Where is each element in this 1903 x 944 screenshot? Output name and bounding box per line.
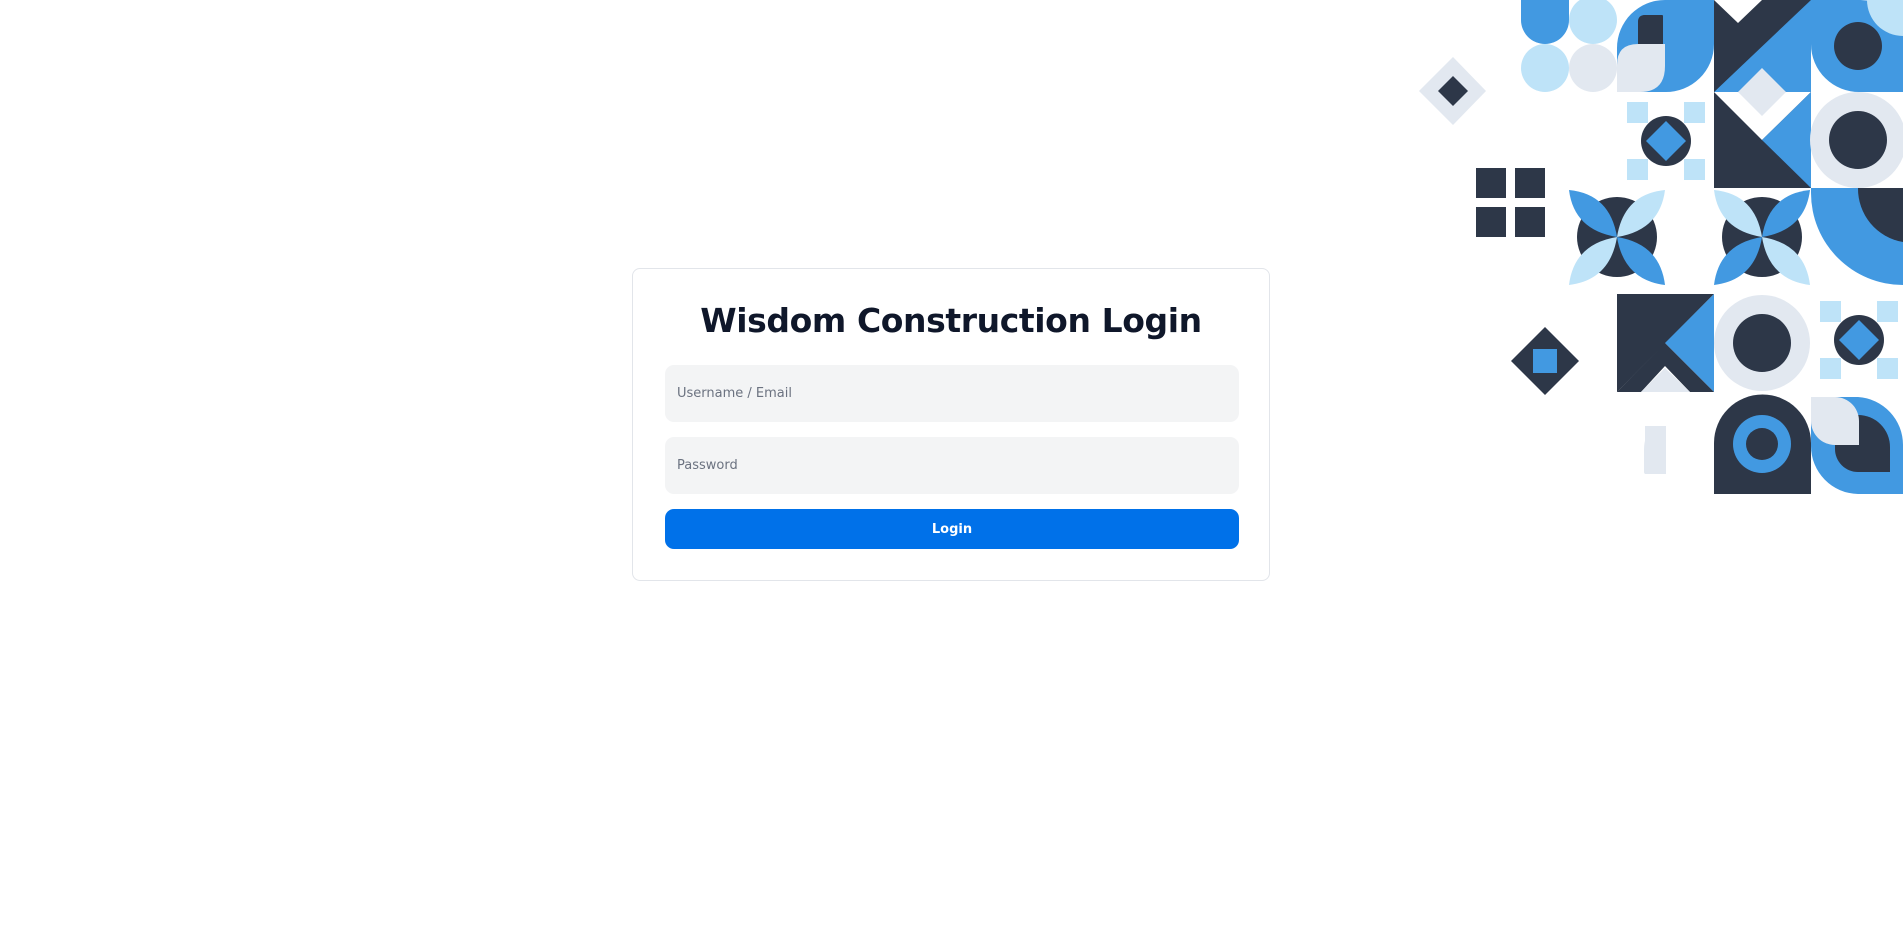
pattern-shape — [1476, 168, 1506, 198]
login-title: Wisdom Construction Login — [700, 301, 1202, 340]
username-input[interactable] — [665, 365, 1239, 422]
pattern-shape — [1521, 0, 1569, 44]
pattern-shape — [1521, 44, 1569, 92]
pattern-shape — [1515, 207, 1545, 237]
pattern-shape — [1829, 111, 1887, 169]
pattern-shape — [1476, 207, 1506, 237]
pattern-shape — [1569, 0, 1617, 44]
pattern-shape — [1617, 44, 1665, 92]
pattern-shape — [1834, 22, 1882, 70]
pattern-shape — [1515, 168, 1545, 198]
password-input[interactable] — [665, 437, 1239, 494]
pattern-shape — [1733, 314, 1791, 372]
page: Wisdom Construction Login Login — [0, 0, 1903, 944]
pattern-shape — [1746, 428, 1778, 460]
login-card: Wisdom Construction Login Login — [632, 268, 1270, 581]
pattern-shape — [1811, 397, 1859, 445]
pattern-shape — [1533, 349, 1557, 373]
pattern-shape — [1569, 44, 1617, 92]
login-button[interactable]: Login — [665, 509, 1239, 549]
